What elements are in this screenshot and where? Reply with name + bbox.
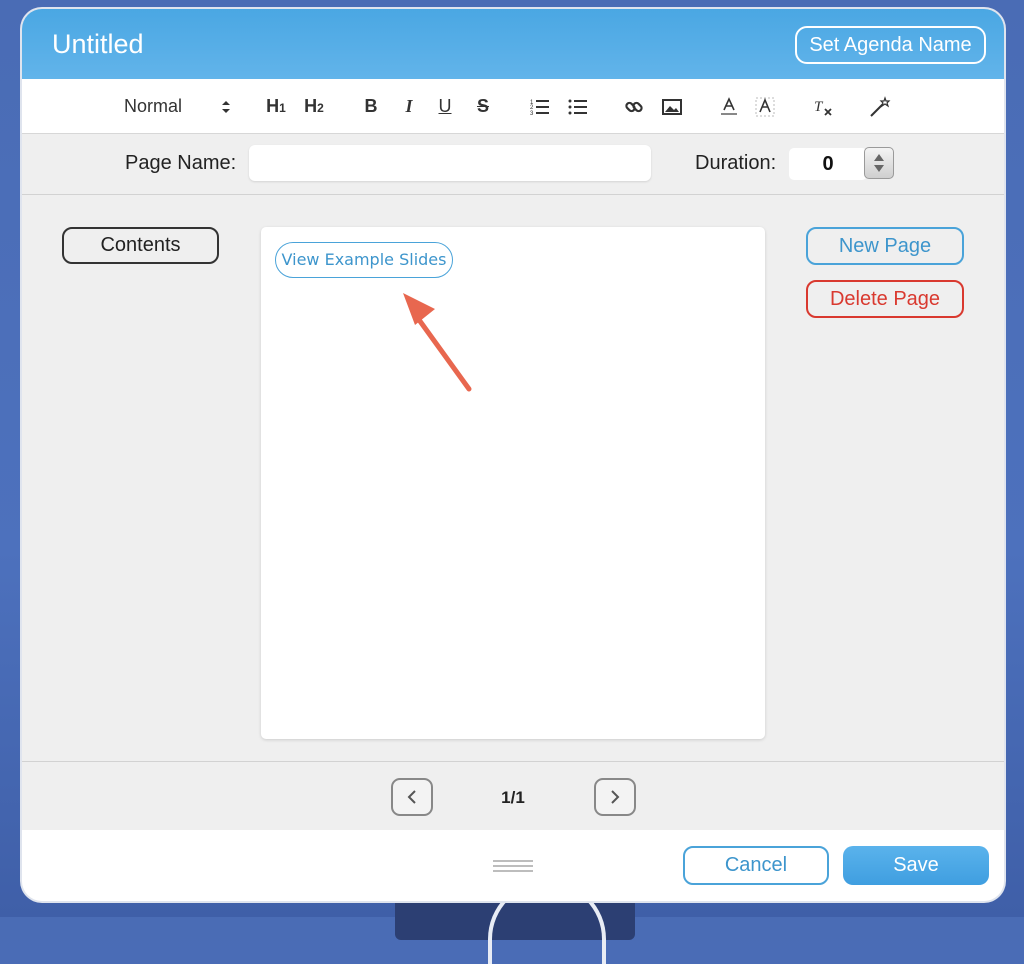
bold-icon[interactable]: B: [360, 79, 382, 133]
heading-2-icon[interactable]: H2: [300, 79, 328, 133]
delete-page-button[interactable]: Delete Page: [806, 280, 964, 318]
clear-format-icon[interactable]: T: [812, 79, 836, 133]
svg-text:3: 3: [530, 111, 534, 116]
page-name-input[interactable]: [249, 145, 651, 181]
dialog-title: Untitled: [52, 29, 144, 59]
heading-1-icon[interactable]: H1: [262, 79, 290, 133]
contents-button[interactable]: Contents: [62, 227, 219, 264]
slide-editor[interactable]: View Example Slides: [261, 227, 765, 739]
magic-wand-icon[interactable]: [868, 79, 894, 133]
page-name-label: Page Name:: [125, 152, 237, 174]
duration-stepper[interactable]: [864, 147, 894, 179]
editor-toolbar: Normal H1 H2 B I U S 123 T: [22, 79, 1004, 134]
text-color-icon[interactable]: [718, 79, 740, 133]
highlight-icon[interactable]: [754, 79, 776, 133]
view-example-slides-button[interactable]: View Example Slides: [275, 242, 453, 278]
ordered-list-icon[interactable]: 123: [528, 79, 552, 133]
chevron-left-icon: [407, 790, 416, 804]
annotation-arrow-icon: [403, 293, 472, 392]
new-page-button[interactable]: New Page: [806, 227, 964, 265]
format-select[interactable]: Normal: [118, 79, 188, 133]
next-page-button[interactable]: [594, 778, 636, 816]
chevron-right-icon: [611, 790, 620, 804]
link-icon[interactable]: [622, 79, 646, 133]
duration-label: Duration:: [695, 152, 777, 174]
resize-handle-icon[interactable]: [493, 860, 533, 872]
dialog-titlebar: Untitled Set Agenda Name: [22, 9, 1004, 79]
select-arrows-icon[interactable]: [216, 79, 236, 133]
duration-input[interactable]: 0: [789, 148, 867, 180]
set-agenda-name-button[interactable]: Set Agenda Name: [795, 26, 986, 64]
strikethrough-icon[interactable]: S: [472, 79, 494, 133]
underline-icon[interactable]: U: [434, 79, 456, 133]
dialog-footer: Cancel Save: [22, 830, 1004, 901]
bullet-list-icon[interactable]: [566, 79, 590, 133]
page-navigator: 1/1: [22, 761, 1004, 830]
cancel-button[interactable]: Cancel: [683, 846, 829, 885]
svg-text:T: T: [814, 99, 824, 115]
previous-page-button[interactable]: [391, 778, 433, 816]
save-button[interactable]: Save: [843, 846, 989, 885]
page-fields-row: Page Name: Duration: 0: [22, 133, 1004, 195]
italic-icon[interactable]: I: [398, 79, 420, 133]
agenda-dialog: Untitled Set Agenda Name Normal H1 H2 B …: [22, 9, 1004, 901]
page-count: 1/1: [501, 788, 525, 807]
image-icon[interactable]: [660, 79, 684, 133]
